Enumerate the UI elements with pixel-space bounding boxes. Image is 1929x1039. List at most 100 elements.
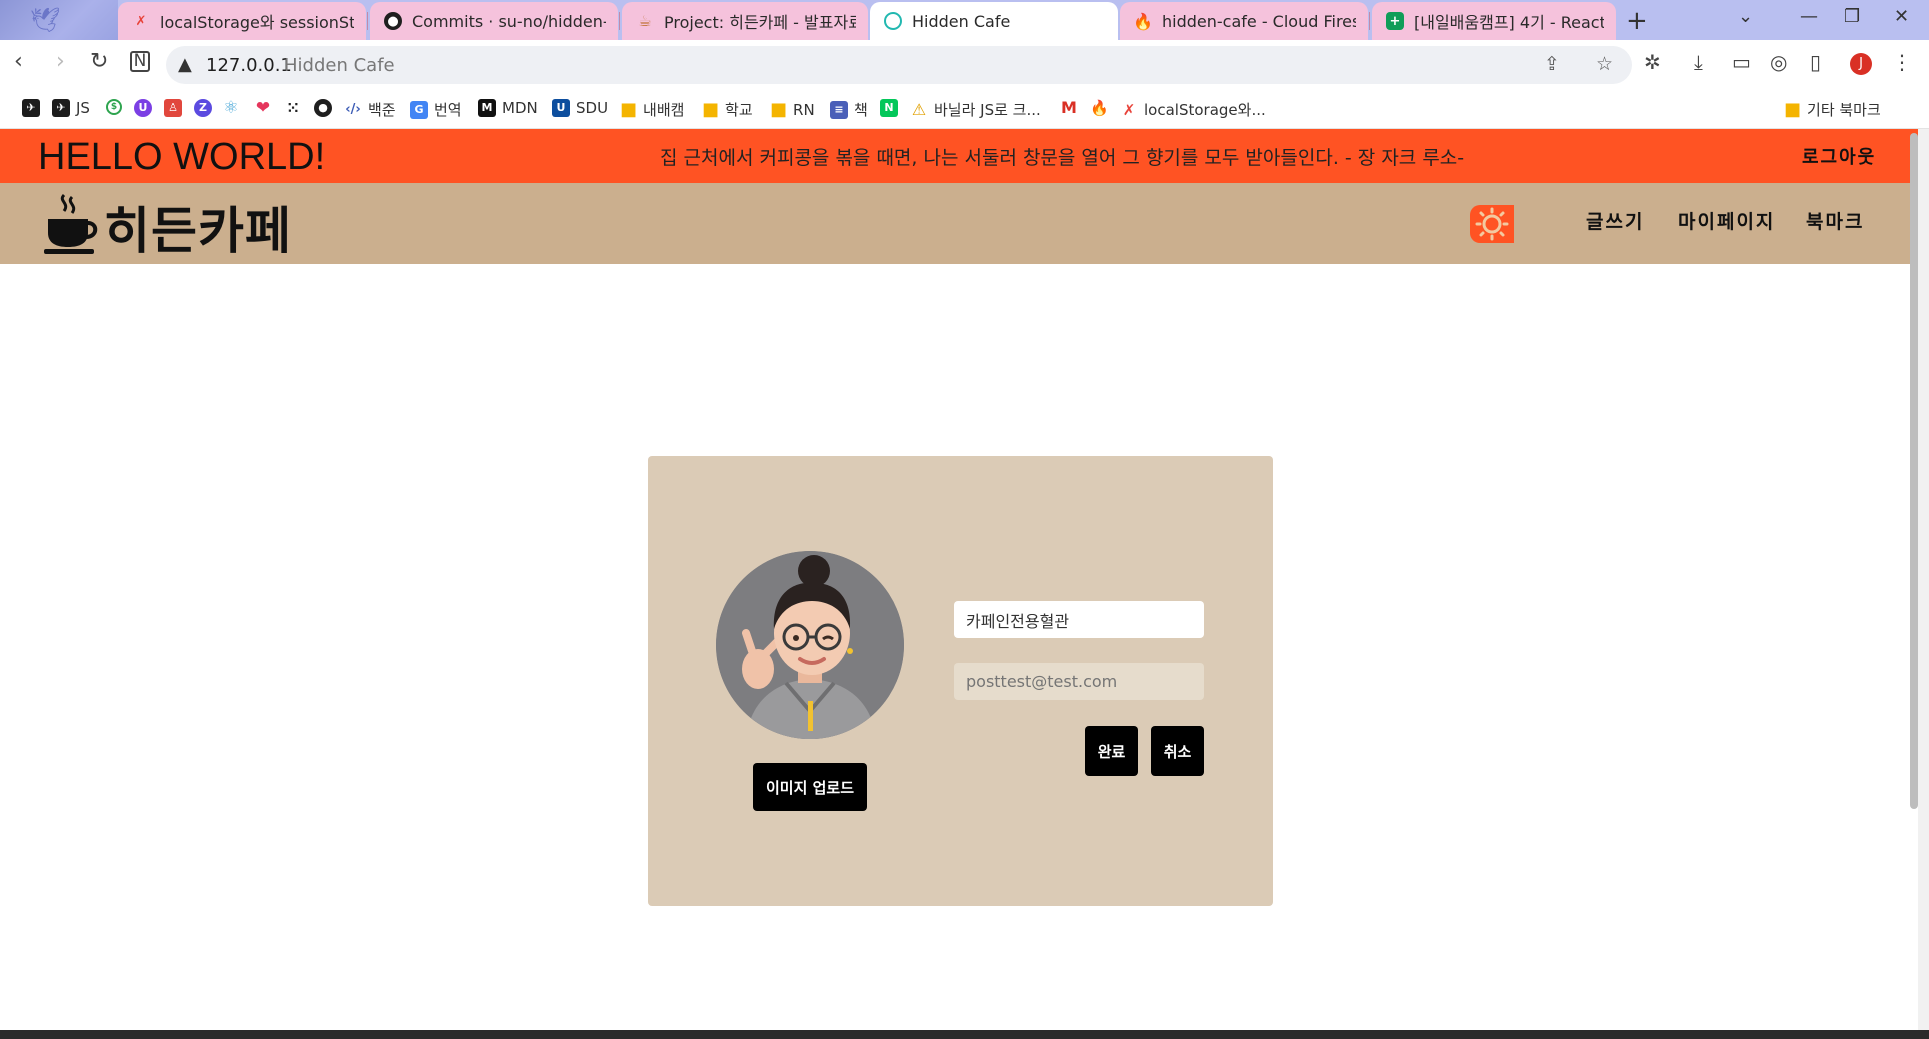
- bookmark-app-icon: ✈: [22, 99, 40, 117]
- tab-label: hidden-cafe - Cloud Firestore: [1162, 11, 1356, 31]
- bookmark-label: SDU: [576, 99, 609, 117]
- coffee-cup-logo-icon[interactable]: [42, 193, 98, 255]
- screenshot-icon[interactable]: ◎: [1770, 50, 1787, 74]
- bookmark-folder-school[interactable]: ■ 학교: [702, 99, 753, 120]
- bookmark-heart[interactable]: ❤: [254, 99, 272, 117]
- bookmark-vanilla-js[interactable]: ⚠ 바닐라 JS로 크...: [910, 99, 1041, 120]
- light-mode-button[interactable]: [1470, 205, 1514, 243]
- bookmarks-bar: ✈ ✈ JS $ U ♙ Z ⚛ ❤ ⁙ ● ‹/› 백준 G 번역 M MDN U SD…: [0, 90, 1929, 129]
- browser-tab-bar: 🕊 ✗ localStorage와 sessionStorag ● Commit…: [0, 0, 1929, 40]
- bookmark-label: 기타 북마크: [1807, 101, 1881, 119]
- sun-icon: [1475, 207, 1509, 241]
- download-icon[interactable]: ⤓: [1694, 50, 1703, 74]
- folder-icon: ■: [620, 99, 638, 120]
- dark-mode-button[interactable]: [1520, 207, 1550, 241]
- gitbook-icon: ✗: [1122, 100, 1136, 119]
- moon-icon: [1529, 213, 1542, 236]
- forward-icon[interactable]: ›: [56, 49, 65, 74]
- bookmark-purple-icon: U: [134, 99, 152, 117]
- bookmark-mdn[interactable]: M MDN: [478, 99, 538, 117]
- site-logo-text[interactable]: 히든카페: [104, 191, 292, 263]
- memoji-avatar-icon: [716, 551, 904, 739]
- top-quote-bar: HELLO WORLD! 집 근처에서 커피콩을 볶을 때면, 나는 서둘러 창…: [0, 129, 1918, 183]
- theme-toggle[interactable]: [1470, 205, 1552, 243]
- minimize-icon[interactable]: —: [1800, 6, 1818, 27]
- bookmark-firebase[interactable]: 🔥: [1090, 99, 1109, 117]
- bookmark-translate[interactable]: G 번역: [410, 99, 462, 120]
- page-scrollbar-thumb[interactable]: [1910, 133, 1918, 809]
- bookmark-label: JS: [76, 99, 90, 117]
- url-page-title: Hidden Cafe: [284, 55, 395, 76]
- bookmark-sdu[interactable]: U SDU: [552, 99, 608, 117]
- tab-project[interactable]: ☕ Project: 히든카페 - 발표자료: [622, 2, 868, 40]
- tab-hidden-cafe[interactable]: Hidden Cafe: [870, 2, 1118, 40]
- folder-icon: ■: [1784, 99, 1802, 120]
- folder-icon: ■: [770, 99, 788, 120]
- tab-camp-sheet[interactable]: + [내일배움캠프] 4기 - React A: [1372, 2, 1616, 40]
- sheets-icon: +: [1386, 12, 1404, 30]
- restore-icon[interactable]: ❐: [1844, 6, 1860, 27]
- close-icon[interactable]: ✕: [1894, 6, 1909, 27]
- nav-bookmark-link[interactable]: 북마크: [1806, 207, 1864, 234]
- sdu-icon: U: [552, 99, 570, 117]
- tab-commits[interactable]: ● Commits · su-no/hidden-cafe: [370, 2, 618, 40]
- bookmark-localstorage[interactable]: ✗ localStorage와...: [1120, 99, 1266, 120]
- notion-icon[interactable]: N: [130, 51, 150, 72]
- bookmark-book[interactable]: ≡ 책: [830, 99, 868, 120]
- bookmark-label: localStorage와...: [1144, 101, 1266, 119]
- nav-mypage-link[interactable]: 마이페이지: [1678, 207, 1775, 234]
- profile-avatar-image: [716, 551, 904, 739]
- logout-button[interactable]: 로그아웃: [1802, 143, 1876, 169]
- page-scrollbar-track[interactable]: [1918, 129, 1929, 1039]
- coffee-quote: 집 근처에서 커피콩을 볶을 때면, 나는 서둘러 창문을 열어 그 향기를 모…: [660, 147, 1465, 169]
- tab-firestore[interactable]: 🔥 hidden-cafe - Cloud Firestore: [1120, 2, 1368, 40]
- tab-search-chevron-icon[interactable]: ⌄: [1738, 6, 1753, 27]
- tab-localstorage[interactable]: ✗ localStorage와 sessionStorag: [118, 2, 366, 40]
- bookmark-label: RN: [793, 100, 815, 119]
- gitbook-icon: ✗: [135, 13, 147, 29]
- bookmark-react[interactable]: ⚛: [222, 99, 240, 117]
- done-button[interactable]: 완료: [1085, 726, 1138, 776]
- email-input[interactable]: [954, 663, 1204, 700]
- naver-icon: N: [880, 99, 898, 117]
- profile-avatar[interactable]: J: [1850, 53, 1872, 75]
- mdn-icon: M: [478, 99, 496, 117]
- site-header: 히든카페 글쓰기 마이페이지 북마크: [0, 183, 1918, 264]
- new-tab-button[interactable]: +: [1626, 6, 1648, 36]
- cast-icon[interactable]: ▭: [1732, 50, 1751, 74]
- bookmark-green-icon: $: [106, 99, 122, 115]
- bookmark-dots[interactable]: ⁙: [284, 99, 302, 117]
- back-icon[interactable]: ‹: [14, 49, 23, 74]
- bookmark-gmail[interactable]: M: [1060, 99, 1078, 117]
- bookmark-red[interactable]: ♙: [164, 99, 182, 117]
- nickname-input[interactable]: [954, 601, 1204, 638]
- bookmark-star-icon[interactable]: ☆: [1596, 53, 1613, 75]
- reload-icon[interactable]: ↻: [90, 49, 108, 74]
- bookmark-purple[interactable]: U: [134, 99, 152, 117]
- share-icon[interactable]: ⇪: [1544, 53, 1560, 75]
- bookmark-baekjoon[interactable]: ‹/› 백준: [344, 99, 395, 120]
- bookmark-label: 바닐라 JS로 크...: [934, 101, 1041, 119]
- profile-edit-card: 이미지 업로드 완료 취소: [648, 456, 1273, 906]
- nav-write-link[interactable]: 글쓰기: [1586, 207, 1644, 234]
- bookmark-naver[interactable]: N: [880, 99, 898, 117]
- browser-toolbar: ‹ › ↻ N ▲ 127.0.0.1 Hidden Cafe ⇪ ☆ ✲ ⤓ …: [0, 40, 1929, 90]
- bookmark-label: 학교: [725, 101, 753, 119]
- bookmark-green[interactable]: $: [106, 99, 122, 115]
- address-bar[interactable]: ▲ 127.0.0.1 Hidden Cafe ⇪ ☆: [166, 46, 1632, 84]
- bookmark-folder-camp[interactable]: ■ 내배캠: [620, 99, 684, 120]
- bookmark-github[interactable]: ●: [314, 99, 332, 117]
- image-upload-button[interactable]: 이미지 업로드: [753, 763, 867, 811]
- bookmark-js[interactable]: ✈ JS: [52, 99, 90, 117]
- bookmark-violet[interactable]: Z: [194, 99, 212, 117]
- cancel-button[interactable]: 취소: [1151, 726, 1204, 776]
- side-panel-icon[interactable]: ▯: [1810, 50, 1821, 74]
- extensions-icon[interactable]: ✲: [1644, 50, 1661, 74]
- translate-icon: G: [410, 100, 428, 119]
- bookmark-other[interactable]: ■ 기타 북마크: [1784, 99, 1881, 120]
- menu-kebab-icon[interactable]: ⋮: [1892, 50, 1912, 74]
- bookmark-folder-rn[interactable]: ■ RN: [770, 99, 815, 120]
- heart-icon: ❤: [255, 98, 271, 118]
- bookmark-app[interactable]: ✈: [22, 99, 40, 117]
- not-secure-warning-icon[interactable]: ▲: [178, 54, 192, 75]
